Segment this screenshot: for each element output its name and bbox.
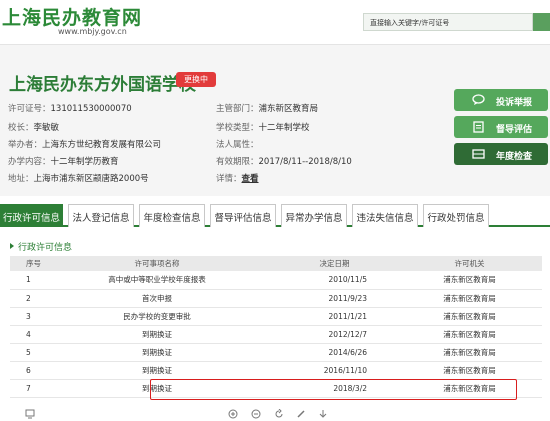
- change-badge[interactable]: 更换中: [176, 72, 216, 87]
- principal-value: 李敏敏: [33, 123, 60, 133]
- chat-icon: [472, 94, 485, 105]
- table-row[interactable]: 1 高中或中等职业学校年度报表 2010/11/5 浦东新区教育局: [10, 271, 542, 290]
- screen-icon[interactable]: [25, 409, 35, 419]
- tab-admin-license[interactable]: 行政许可信息: [0, 204, 63, 227]
- table-row[interactable]: 2 首次申报 2011/9/23 浦东新区教育局: [10, 289, 542, 308]
- pencil-icon[interactable]: [296, 409, 306, 419]
- cell-item: 到期换证: [42, 361, 272, 380]
- section-title: 行政许可信息: [10, 240, 72, 253]
- annual-check-button[interactable]: 年度检查: [454, 143, 548, 165]
- cell-date: 2011/1/21: [272, 307, 397, 326]
- col-header-item: 许可事项名称: [42, 256, 272, 271]
- sponsor-value: 上海东方世纪教育发展有限公司: [42, 140, 162, 150]
- annual-check-button-label: 年度检查: [496, 152, 533, 162]
- clipboard-icon: [473, 121, 484, 133]
- cell-authority: 浦东新区教育局: [397, 307, 542, 326]
- tab-violation[interactable]: 违法失信信息: [352, 204, 418, 227]
- cell-authority: 浦东新区教育局: [397, 343, 542, 362]
- address-field: 地址：上海市浦东新区颛唐路2000号: [8, 174, 149, 184]
- principal-field: 校长：李敏敏: [8, 123, 60, 133]
- inbox-icon: [472, 149, 485, 159]
- license-number: 131011530000070: [50, 104, 132, 114]
- table-row[interactable]: 5 到期换证 2014/6/26 浦东新区教育局: [10, 343, 542, 362]
- table-row[interactable]: 3 民办学校的变更审批 2011/1/21 浦东新区教育局: [10, 307, 542, 326]
- change-badge-label: 更换中: [184, 75, 208, 84]
- zoom-in-icon[interactable]: [228, 409, 238, 419]
- triangle-icon: [10, 243, 14, 249]
- col-header-date: 决定日期: [272, 256, 397, 271]
- supervision-button[interactable]: 督导评估: [454, 116, 548, 138]
- cell-no: 1: [10, 271, 42, 290]
- cell-no: 4: [10, 325, 42, 344]
- detail-field: 详情：查看: [216, 174, 259, 184]
- detail-link[interactable]: 查看: [242, 174, 259, 184]
- page-root: { "site": {"title": "上海民办教育网", "url": "w…: [0, 0, 550, 421]
- tab-annual-check[interactable]: 年度检查信息: [139, 204, 205, 227]
- cell-no: 6: [10, 361, 42, 380]
- authority-value: 浦东新区教育局: [258, 104, 319, 114]
- sponsor-field: 举办者：上海东方世纪教育发展有限公司: [8, 140, 162, 150]
- cell-authority: 浦东新区教育局: [397, 361, 542, 380]
- cell-item: 首次申报: [42, 289, 272, 308]
- cell-date: 2014/6/26: [272, 343, 397, 362]
- cell-item: 民办学校的变更审批: [42, 307, 272, 326]
- site-header: 上海民办教育网 www.mbjy.gov.cn 直接输入关键字/许可证号: [0, 0, 550, 44]
- search-input[interactable]: 直接输入关键字/许可证号: [363, 13, 533, 31]
- zoom-out-icon[interactable]: [251, 409, 261, 419]
- cell-item: 到期换证: [42, 325, 272, 344]
- complaint-button-label: 投诉举报: [496, 98, 533, 108]
- cell-authority: 浦东新区教育局: [397, 271, 542, 290]
- tab-penalty[interactable]: 行政处罚信息: [423, 204, 489, 227]
- cell-authority: 浦东新区教育局: [397, 325, 542, 344]
- section-title-text: 行政许可信息: [18, 243, 73, 253]
- cell-item: 到期换证: [42, 343, 272, 362]
- cell-date: 2012/12/7: [272, 325, 397, 344]
- school-type-value: 十二年制学校: [258, 123, 310, 133]
- school-type-field: 学校类型：十二年制学校: [216, 123, 310, 133]
- license-field: 许可证号：131011530000070: [8, 104, 132, 114]
- cell-item: 高中或中等职业学校年度报表: [42, 271, 272, 290]
- address-value: 上海市浦东新区颛唐路2000号: [33, 174, 149, 184]
- cell-date: 2016/11/10: [272, 361, 397, 380]
- cell-no: 5: [10, 343, 42, 362]
- cell-authority: 浦东新区教育局: [397, 289, 542, 308]
- download-icon[interactable]: [318, 409, 328, 419]
- refresh-icon[interactable]: [274, 409, 284, 419]
- school-name: 上海民办东方外国语学校: [9, 75, 196, 95]
- viewer-toolbar: [0, 407, 550, 421]
- cell-no: 3: [10, 307, 42, 326]
- validity-value: 2017/8/11--2018/8/10: [258, 157, 352, 167]
- supervision-button-label: 督导评估: [496, 125, 533, 135]
- cell-date: 2011/9/23: [272, 289, 397, 308]
- content-value: 十二年制学历教育: [50, 157, 119, 167]
- table-row[interactable]: 4 到期换证 2012/12/7 浦东新区教育局: [10, 325, 542, 344]
- site-logo-title[interactable]: 上海民办教育网: [2, 3, 142, 30]
- tab-supervision[interactable]: 督导评估信息: [210, 204, 276, 227]
- highlight-annotation-box: [150, 379, 517, 400]
- authority-field: 主管部门：浦东新区教育局: [216, 104, 319, 114]
- complaint-button[interactable]: 投诉举报: [454, 89, 548, 111]
- cell-no: 7: [10, 379, 42, 398]
- info-tabs: 行政许可信息 法人登记信息 年度检查信息 督导评估信息 异常办学信息 违法失信信…: [0, 201, 550, 227]
- col-header-no: 序号: [10, 256, 42, 271]
- table-row[interactable]: 6 到期换证 2016/11/10 浦东新区教育局: [10, 361, 542, 380]
- site-url: www.mbjy.gov.cn: [58, 27, 127, 36]
- content-field: 办学内容：十二年制学历教育: [8, 157, 119, 167]
- legal-field: 法人属性：: [216, 140, 259, 150]
- cell-no: 2: [10, 289, 42, 308]
- tab-legal-registration[interactable]: 法人登记信息: [68, 204, 134, 227]
- validity-field: 有效期限：2017/8/11--2018/8/10: [216, 157, 352, 167]
- search-button[interactable]: [533, 13, 550, 31]
- col-header-authority: 许可机关: [397, 256, 542, 271]
- tab-abnormal[interactable]: 异常办学信息: [281, 204, 347, 227]
- cell-date: 2010/11/5: [272, 271, 397, 290]
- table-header-row: 序号 许可事项名称 决定日期 许可机关: [10, 256, 542, 271]
- license-table: 序号 许可事项名称 决定日期 许可机关 1 高中或中等职业学校年度报表 2010/1…: [10, 256, 542, 398]
